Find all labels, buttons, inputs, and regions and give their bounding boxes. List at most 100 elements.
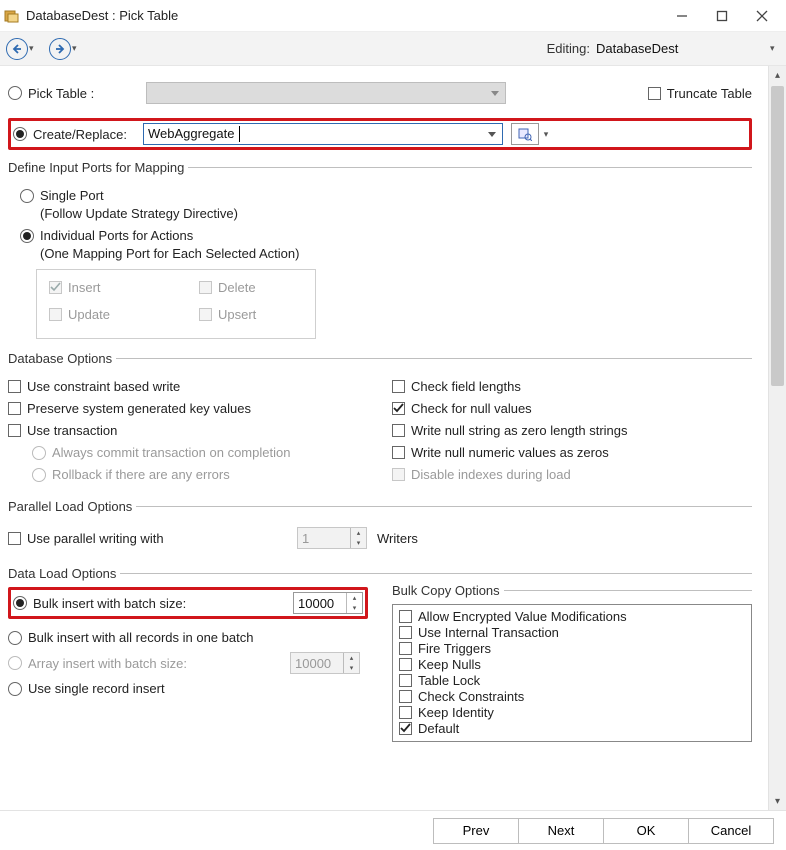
null-num-label: Write null numeric values as zeros xyxy=(411,445,609,460)
pick-table-select[interactable] xyxy=(146,82,506,104)
editing-dropdown[interactable]: ▾ xyxy=(770,43,780,54)
bulk-all-radio[interactable] xyxy=(8,631,22,645)
bulk-copy-item[interactable]: Keep Nulls xyxy=(399,657,745,672)
forward-dropdown[interactable]: ▾ xyxy=(72,43,82,54)
insert-checkbox xyxy=(49,281,62,294)
individual-ports-radio[interactable] xyxy=(20,229,34,243)
scroll-up-icon[interactable]: ▴ xyxy=(769,66,786,84)
prev-button[interactable]: Prev xyxy=(433,818,519,844)
bulk-copy-checkbox[interactable] xyxy=(399,706,412,719)
check-lengths-label: Check field lengths xyxy=(411,379,521,394)
bulk-copy-item[interactable]: Check Constraints xyxy=(399,689,745,704)
browse-dropdown[interactable]: ▾ xyxy=(541,129,551,140)
constraint-write-checkbox[interactable] xyxy=(8,380,21,393)
parallel-fieldset: Parallel Load Options Use parallel writi… xyxy=(8,499,752,556)
dbopts-fieldset: Database Options Use constraint based wr… xyxy=(8,351,752,489)
dataload-legend: Data Load Options xyxy=(8,566,120,581)
use-transaction-label: Use transaction xyxy=(27,423,117,438)
forward-button[interactable] xyxy=(49,38,71,60)
single-insert-radio[interactable] xyxy=(8,682,22,696)
nav-strip: ▾ ▾ Editing: DatabaseDest ▾ xyxy=(0,32,786,66)
bulk-copy-checkbox[interactable] xyxy=(399,722,412,735)
ports-fieldset: Define Input Ports for Mapping Single Po… xyxy=(8,160,752,341)
vertical-scrollbar[interactable]: ▴ ▾ xyxy=(768,66,786,810)
cancel-button[interactable]: Cancel xyxy=(688,818,774,844)
bulk-batch-spinner[interactable]: 10000 ▴▾ xyxy=(293,592,363,614)
use-parallel-checkbox[interactable] xyxy=(8,532,21,545)
parallel-legend: Parallel Load Options xyxy=(8,499,136,514)
bulk-batch-highlight: Bulk insert with batch size: 10000 ▴▾ xyxy=(8,587,368,619)
create-replace-radio[interactable] xyxy=(13,127,27,141)
back-dropdown[interactable]: ▾ xyxy=(29,43,39,54)
bulk-copy-checkbox[interactable] xyxy=(399,674,412,687)
check-lengths-checkbox[interactable] xyxy=(392,380,405,393)
bulk-copy-item[interactable]: Use Internal Transaction xyxy=(399,625,745,640)
maximize-button[interactable] xyxy=(702,2,742,30)
editing-label: Editing: xyxy=(547,41,590,56)
dbopts-legend: Database Options xyxy=(8,351,116,366)
array-batch-label: Array insert with batch size: xyxy=(28,656,290,671)
bulk-copy-item[interactable]: Allow Encrypted Value Modifications xyxy=(399,609,745,624)
insert-label: Insert xyxy=(68,280,101,295)
browse-table-button[interactable] xyxy=(511,123,539,145)
ports-legend: Define Input Ports for Mapping xyxy=(8,160,188,175)
update-checkbox xyxy=(49,308,62,321)
pick-table-radio[interactable] xyxy=(8,86,22,100)
titlebar: DatabaseDest : Pick Table xyxy=(0,0,786,32)
array-batch-value: 10000 xyxy=(295,656,331,671)
back-button[interactable] xyxy=(6,38,28,60)
check-nulls-checkbox[interactable] xyxy=(392,402,405,415)
preserve-keys-checkbox[interactable] xyxy=(8,402,21,415)
bulk-copy-listbox[interactable]: Allow Encrypted Value ModificationsUse I… xyxy=(392,604,752,742)
scroll-down-icon[interactable]: ▾ xyxy=(769,792,786,810)
individual-ports-label: Individual Ports for Actions xyxy=(40,228,193,243)
bulk-copy-checkbox[interactable] xyxy=(399,658,412,671)
database-icon xyxy=(4,8,20,24)
constraint-write-label: Use constraint based write xyxy=(27,379,180,394)
bulk-batch-radio[interactable] xyxy=(13,596,27,610)
single-port-radio[interactable] xyxy=(20,189,34,203)
content-area: ▴ ▾ Pick Table : Truncate Table Create/R… xyxy=(0,66,786,810)
bulk-copy-checkbox[interactable] xyxy=(399,642,412,655)
upsert-label: Upsert xyxy=(218,307,256,322)
single-port-hint: (Follow Update Strategy Directive) xyxy=(40,206,238,221)
bulk-copy-label: Keep Nulls xyxy=(418,657,481,672)
truncate-table-label: Truncate Table xyxy=(667,86,752,101)
create-replace-combo[interactable]: WebAggregate xyxy=(143,123,503,145)
next-button[interactable]: Next xyxy=(518,818,604,844)
bulk-copy-label: Check Constraints xyxy=(418,689,524,704)
bulk-copy-label: Table Lock xyxy=(418,673,480,688)
null-num-checkbox[interactable] xyxy=(392,446,405,459)
array-batch-spinner: 10000 ▴▾ xyxy=(290,652,360,674)
use-parallel-label: Use parallel writing with xyxy=(27,531,297,546)
use-transaction-checkbox[interactable] xyxy=(8,424,21,437)
single-port-label: Single Port xyxy=(40,188,104,203)
array-batch-radio xyxy=(8,656,22,670)
writers-spinner: 1 ▴▾ xyxy=(297,527,367,549)
truncate-table-checkbox[interactable] xyxy=(648,87,661,100)
text-caret xyxy=(239,126,240,142)
ok-button[interactable]: OK xyxy=(603,818,689,844)
create-replace-value: WebAggregate xyxy=(148,126,235,141)
bulk-copy-item[interactable]: Table Lock xyxy=(399,673,745,688)
single-insert-label: Use single record insert xyxy=(28,681,165,696)
preserve-keys-label: Preserve system generated key values xyxy=(27,401,251,416)
always-commit-radio xyxy=(32,446,46,460)
bulk-copy-item[interactable]: Default xyxy=(399,721,745,736)
disable-indexes-checkbox xyxy=(392,468,405,481)
scroll-thumb[interactable] xyxy=(771,86,784,386)
minimize-button[interactable] xyxy=(662,2,702,30)
bulk-copy-item[interactable]: Fire Triggers xyxy=(399,641,745,656)
check-nulls-label: Check for null values xyxy=(411,401,532,416)
update-label: Update xyxy=(68,307,110,322)
bulk-copy-item[interactable]: Keep Identity xyxy=(399,705,745,720)
disable-indexes-label: Disable indexes during load xyxy=(411,467,571,482)
close-button[interactable] xyxy=(742,2,782,30)
bulk-copy-checkbox[interactable] xyxy=(399,610,412,623)
bulk-copy-label: Default xyxy=(418,721,459,736)
bulk-copy-checkbox[interactable] xyxy=(399,690,412,703)
create-replace-highlight: Create/Replace: WebAggregate ▾ xyxy=(8,118,752,150)
bulk-copy-checkbox[interactable] xyxy=(399,626,412,639)
pick-table-label: Pick Table : xyxy=(28,86,140,101)
null-str-checkbox[interactable] xyxy=(392,424,405,437)
